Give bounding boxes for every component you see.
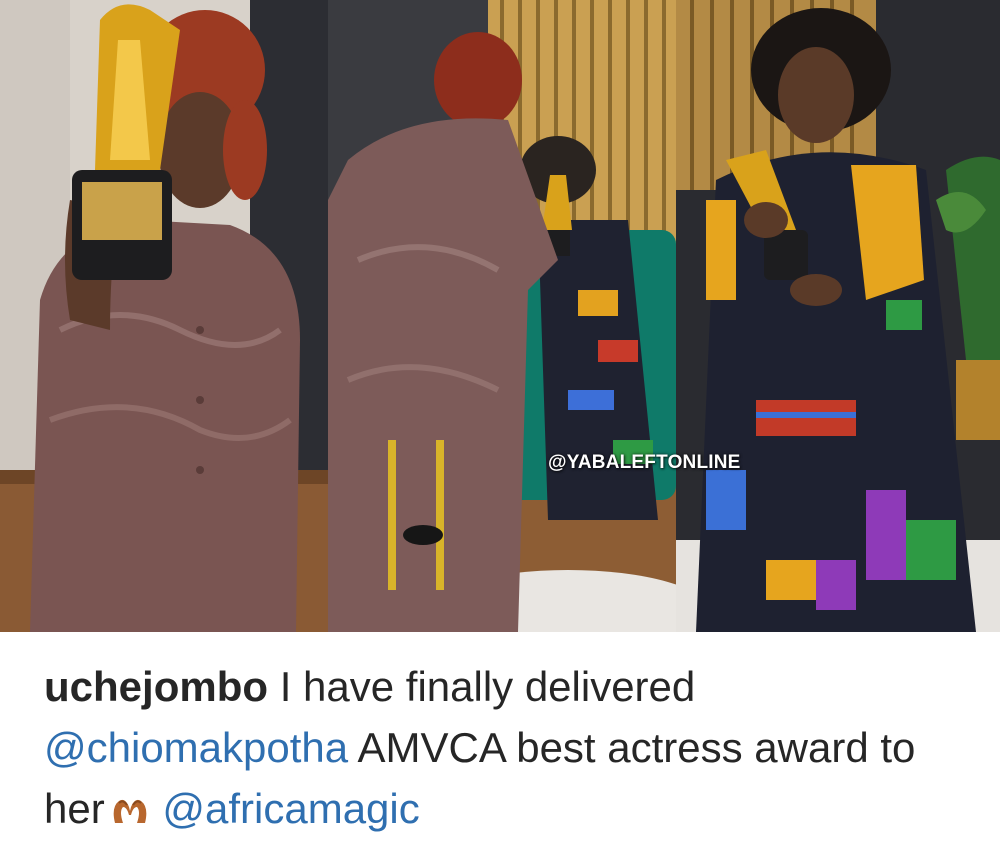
photo-panel-middle — [328, 0, 676, 632]
post-caption: uchejombo I have finally delivered @chio… — [44, 656, 964, 843]
watermark: @YABALEFTONLINE — [548, 452, 741, 473]
caption-mention-chiomakpotha[interactable]: @chiomakpotha — [44, 724, 348, 771]
photo-woman-holding-trophy — [0, 0, 328, 632]
photo-collage: @YABALEFTONLINE — [0, 0, 1000, 632]
caption-mention-africamagic[interactable]: @africamagic — [162, 785, 419, 832]
caption-username[interactable]: uchejombo — [44, 663, 268, 710]
caption-text-1: I have finally delivered — [279, 663, 696, 710]
photo-panel-left — [0, 0, 328, 632]
instagram-post: @YABALEFTONLINE uchejombo I have finally… — [0, 0, 1000, 853]
photo-panel-right — [676, 0, 1000, 632]
photo-woman-colorful-dress — [676, 0, 1000, 632]
heart-hands-icon — [109, 782, 151, 843]
photo-delivering-trophy — [328, 0, 676, 632]
